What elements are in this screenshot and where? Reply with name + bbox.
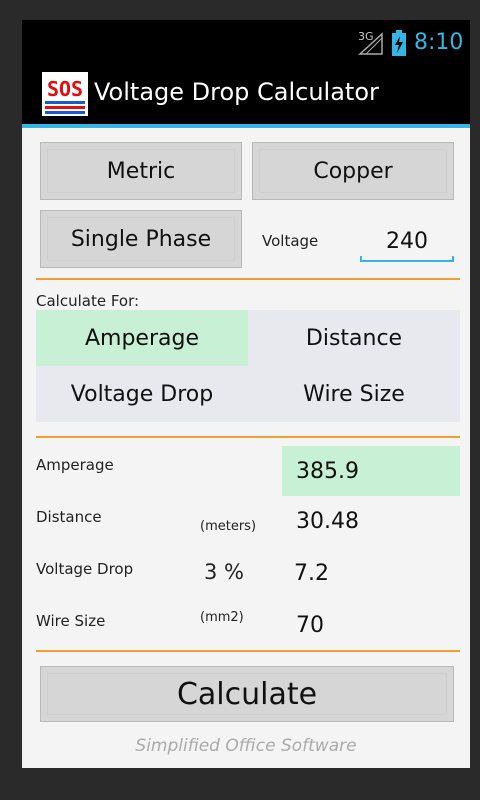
svg-text:SOS: SOS bbox=[47, 77, 83, 101]
calculate-for-label: Calculate For: bbox=[36, 292, 140, 310]
amperage-value: 385.9 bbox=[282, 446, 460, 496]
distance-unit: (meters) bbox=[200, 519, 257, 534]
option-wire-size[interactable]: Wire Size bbox=[248, 366, 460, 422]
sos-logo-icon: SOS bbox=[42, 72, 88, 116]
wire-size-value: 70 bbox=[296, 612, 324, 638]
option-voltage-drop[interactable]: Voltage Drop bbox=[36, 366, 248, 422]
voltage-drop-value: 7.2 bbox=[294, 560, 329, 586]
action-bar: SOS Voltage Drop Calculator bbox=[22, 68, 470, 124]
voltage-label: Voltage bbox=[262, 232, 319, 250]
app-title: Voltage Drop Calculator bbox=[94, 78, 379, 106]
voltage-drop-label: Voltage Drop bbox=[36, 560, 134, 578]
phone-screen: 3G 8:10 SOS Voltage Drop Calculator Metr… bbox=[22, 20, 470, 768]
distance-value: 30.48 bbox=[296, 508, 359, 534]
wire-size-unit: (mm2) bbox=[200, 610, 244, 625]
copper-button[interactable]: Copper bbox=[252, 142, 454, 200]
status-bar: 3G 8:10 bbox=[22, 20, 470, 68]
metric-button[interactable]: Metric bbox=[40, 142, 242, 200]
amperage-label: Amperage bbox=[36, 456, 114, 474]
option-distance[interactable]: Distance bbox=[248, 310, 460, 366]
calculate-button[interactable]: Calculate bbox=[40, 666, 454, 722]
divider bbox=[36, 436, 460, 438]
single-phase-button[interactable]: Single Phase bbox=[40, 210, 242, 268]
voltage-drop-percent[interactable]: 3 % bbox=[204, 560, 244, 584]
voltage-input[interactable] bbox=[360, 218, 454, 264]
distance-label: Distance bbox=[36, 508, 102, 526]
main-content: Metric Copper Single Phase Voltage Calcu… bbox=[22, 128, 470, 768]
option-amperage[interactable]: Amperage bbox=[36, 310, 248, 366]
divider bbox=[36, 278, 460, 280]
battery-charging-icon bbox=[392, 30, 406, 56]
footer-text: Simplified Office Software bbox=[135, 736, 357, 756]
signal-icon bbox=[358, 32, 383, 55]
divider bbox=[36, 650, 460, 652]
clock: 8:10 bbox=[414, 30, 464, 55]
voltage-input-underline bbox=[360, 256, 454, 262]
wire-size-label: Wire Size bbox=[36, 612, 106, 630]
